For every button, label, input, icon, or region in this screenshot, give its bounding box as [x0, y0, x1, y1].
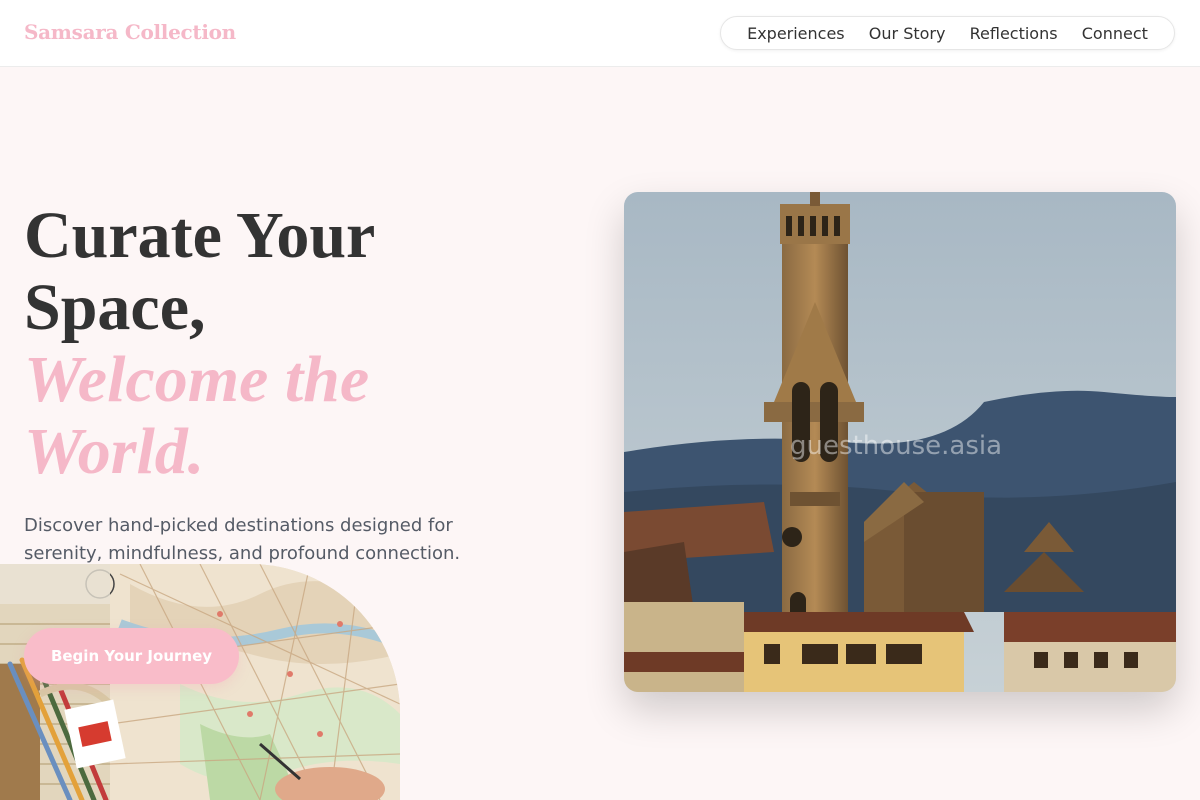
site-header: Samsara Collection Experiences Our Story…	[0, 0, 1200, 67]
photo-watermark: guesthouse.asia	[790, 431, 1002, 461]
brand-logo[interactable]: Samsara Collection	[24, 20, 236, 44]
main-nav: Experiences Our Story Reflections Connec…	[720, 16, 1175, 50]
cathedral-photo: guesthouse.asia	[624, 192, 1176, 692]
headline-line-1: Curate Your	[24, 199, 376, 272]
hero-headline: Curate Your Space, Welcome the World.	[24, 200, 544, 488]
nav-item-connect[interactable]: Connect	[1082, 24, 1148, 43]
headline-line-2: Space,	[24, 271, 206, 344]
headline-accent-line-2: World.	[24, 415, 205, 488]
nav-item-experiences[interactable]: Experiences	[747, 24, 845, 43]
nav-item-reflections[interactable]: Reflections	[970, 24, 1058, 43]
nav-item-our-story[interactable]: Our Story	[869, 24, 946, 43]
hero-subcopy: Discover hand-picked destinations design…	[24, 515, 461, 564]
headline-accent-line-1: Welcome the	[24, 343, 370, 416]
begin-journey-button[interactable]: Begin Your Journey	[24, 628, 239, 684]
